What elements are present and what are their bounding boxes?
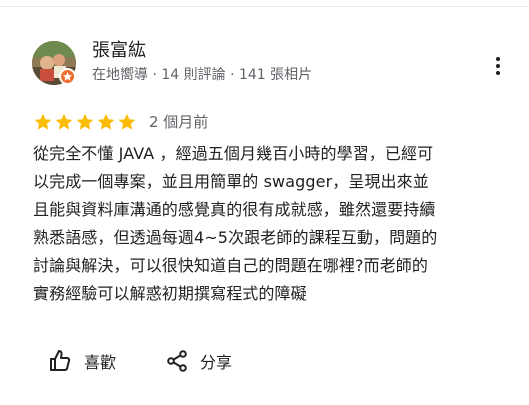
more-vert-icon xyxy=(496,57,500,75)
reviewer-avatar-container[interactable] xyxy=(32,41,76,85)
reviewer-name[interactable]: 張富紘 xyxy=(92,40,146,62)
local-guide-star-icon xyxy=(59,68,76,85)
review-text-line: 討論與解決，可以很快知道自己的問題在哪裡?而老師的 xyxy=(33,256,428,275)
review-card: 張富紘 在地嚮導 · 14 則評論 · 141 張相片 2 個月前 從完全不懂 … xyxy=(0,0,529,405)
review-text: 從完全不懂 JAVA ，經過五個月幾百小時的學習，已經可 以完成一個專案，並且用… xyxy=(33,140,515,308)
review-text-line: 實務經驗可以解惑初期撰寫程式的障礙 xyxy=(33,284,307,303)
star-icon xyxy=(33,112,53,132)
thumb-up-icon xyxy=(50,350,71,371)
review-text-line: 從完全不懂 JAVA ，經過五個月幾百小時的學習，已經可 xyxy=(33,144,434,163)
like-label: 喜歡 xyxy=(84,353,117,372)
reviewer-meta[interactable]: 在地嚮導 · 14 則評論 · 141 張相片 xyxy=(92,65,312,85)
share-label: 分享 xyxy=(200,353,233,372)
like-button[interactable]: 喜歡 xyxy=(48,349,116,373)
star-icon xyxy=(75,112,95,132)
review-text-line: 熟悉語感，但透過每週4~5次跟老師的課程互動，問題的 xyxy=(33,228,438,247)
share-icon xyxy=(167,350,187,372)
star-icon xyxy=(54,112,74,132)
share-button[interactable]: 分享 xyxy=(166,349,232,373)
review-actions: 喜歡 分享 xyxy=(48,347,232,375)
review-text-line: 以完成一個專案，並且用簡單的 swagger，呈現出來並 xyxy=(33,172,429,191)
review-time: 2 個月前 xyxy=(149,113,209,131)
star-icon xyxy=(96,112,116,132)
rating-row: 2 個月前 xyxy=(33,111,208,133)
review-text-line: 且能與資料庫溝通的感覺真的很有成就感，雖然還要持續 xyxy=(33,200,436,219)
star-icon xyxy=(117,112,137,132)
more-options-button[interactable] xyxy=(486,54,510,78)
star-rating xyxy=(33,112,137,132)
